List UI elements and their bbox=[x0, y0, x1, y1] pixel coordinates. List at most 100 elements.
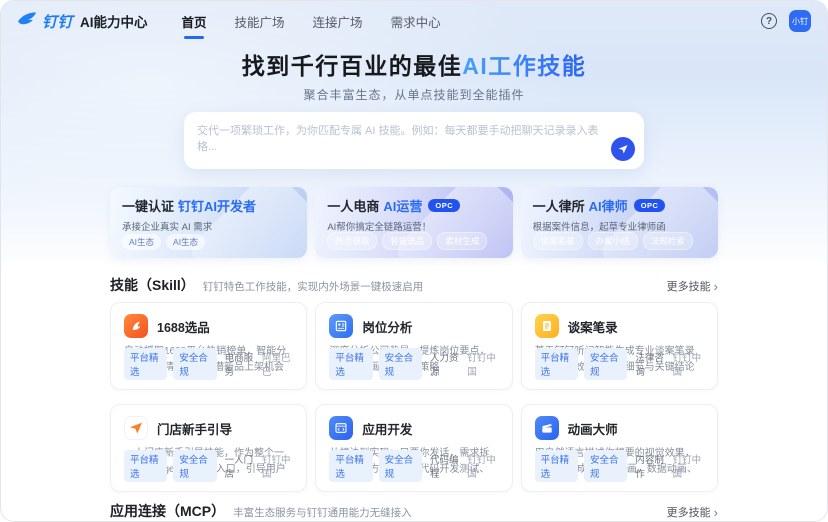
skill-card-job-analysis[interactable]: 岗位分析 深度分析公司背景，提炼岗位要点，生成人才画像与寻访策略 平台精选 安全… bbox=[315, 302, 512, 390]
tag-pill: 谈案笔录 bbox=[533, 232, 583, 250]
tag-pill: 平台精选 bbox=[329, 450, 372, 482]
tag-pill: 智能选品 bbox=[382, 232, 432, 250]
nav-item-connect-market[interactable]: 连接广场 bbox=[313, 8, 363, 35]
category-label: 代码编程 bbox=[430, 452, 461, 480]
category-label: 一人门店 bbox=[225, 452, 256, 480]
skill-card-grid: 1688选品 自动抓取1688平台热销榜单，智能分析趋势，精准发现高潜新品上架机… bbox=[110, 302, 718, 492]
top-gradient-zone: 钉钉 AI能力中心 首页 技能广场 连接广场 需求中心 ? 小钉 找到千行百业的… bbox=[1, 1, 827, 266]
tag-pill: 安全合规 bbox=[173, 450, 216, 482]
tag-pill: 安全合规 bbox=[584, 348, 627, 380]
skill-card-title: 1688选品 bbox=[157, 317, 210, 336]
tag-pill: 安全合规 bbox=[584, 450, 627, 482]
tag-pill: 平台精选 bbox=[124, 348, 167, 380]
hero-subtitle: 聚合丰富生态，从单点技能到全能插件 bbox=[1, 86, 827, 103]
tag-pill: 办案小结 bbox=[588, 232, 638, 250]
mcp-section-header: 应用连接（MCP） 丰富生态服务与钉钉通用能力无缝接入 更多技能› bbox=[110, 492, 718, 522]
tag-pill: 热点获取 bbox=[327, 232, 377, 250]
chevron-right-icon: › bbox=[714, 280, 718, 293]
skill-section-header: 技能（Skill） 钉钉特色工作技能，实现内外场景一键极速启用 更多技能› bbox=[110, 266, 718, 302]
top-nav-bar: 钉钉 AI能力中心 首页 技能广场 连接广场 需求中心 ? 小钉 bbox=[1, 1, 827, 41]
category-label: 电商服务 bbox=[225, 350, 256, 378]
section-title: 应用连接（MCP） bbox=[110, 501, 225, 521]
opc-badge: OPC bbox=[428, 199, 460, 212]
chevron-right-icon: › bbox=[714, 506, 718, 519]
product-title: AI能力中心 bbox=[80, 11, 148, 31]
section-subtitle: 丰富生态服务与钉钉通用能力无缝接入 bbox=[233, 505, 412, 520]
skill-card-case-notes[interactable]: 谈案笔录 基于钉钉听记智能生成专业谈案笔录报告，高效还原会议细节与关键结论 平台… bbox=[521, 302, 718, 390]
brand: 钉钉 AI能力中心 bbox=[17, 11, 148, 32]
more-mcp-link[interactable]: 更多技能› bbox=[667, 504, 718, 520]
tag-pill: 安全合规 bbox=[379, 348, 422, 380]
brand-logo-text: 钉钉 bbox=[42, 11, 73, 32]
provider-label: 钉钉中国 bbox=[673, 350, 704, 378]
promo-banner-row: 一键认证 钉钉AI开发者 承接企业真实 AI 需求 AI生态 AI生态 一人电商… bbox=[110, 187, 718, 258]
skill-section: 技能（Skill） 钉钉特色工作技能，实现内外场景一键极速启用 更多技能› 16… bbox=[110, 266, 718, 492]
store-guide-icon bbox=[124, 416, 148, 440]
provider-label: 钉钉中国 bbox=[467, 350, 498, 378]
tag-pill: 安全合规 bbox=[173, 348, 216, 380]
dingtalk-logo-icon bbox=[17, 11, 37, 32]
tag-pill: 平台精选 bbox=[124, 450, 167, 482]
mcp-section: 应用连接（MCP） 丰富生态服务与钉钉通用能力无缝接入 更多技能› bbox=[110, 492, 718, 522]
provider-label: 阿里巴巴 bbox=[262, 350, 293, 378]
promo-subtitle: 承接企业真实 AI 需求 bbox=[122, 219, 295, 233]
opc-badge: OPC bbox=[634, 199, 666, 212]
nav-item-home[interactable]: 首页 bbox=[182, 8, 207, 35]
section-title: 技能（Skill） bbox=[110, 275, 195, 295]
skill-card-title: 谈案笔录 bbox=[568, 317, 618, 336]
promo-card-ai-lawyer[interactable]: 一人律所 AI律师 OPC 根据案件信息，起草专业律师函 谈案笔录 办案小结 法… bbox=[521, 187, 718, 258]
avatar[interactable]: 小钉 bbox=[789, 10, 811, 32]
send-button[interactable] bbox=[611, 137, 635, 161]
skill-card-animation-master[interactable]: 动画大师 用自然语言描述你想要的视觉效果，AI 自动生成专业级动画、数据动画、信… bbox=[521, 404, 718, 492]
skill-card-1688[interactable]: 1688选品 自动抓取1688平台热销榜单，智能分析趋势，精准发现高潜新品上架机… bbox=[110, 302, 307, 390]
tag-pill: 素材生成 bbox=[437, 232, 487, 250]
promo-tags: 谈案笔录 办案小结 法规检索 bbox=[533, 232, 693, 250]
hero-section: 找到千行百业的最佳AI工作技能 聚合丰富生态，从单点技能到全能插件 bbox=[1, 47, 827, 169]
header-right: ? 小钉 bbox=[761, 10, 811, 32]
promo-tags: AI生态 AI生态 bbox=[122, 234, 205, 250]
promo-subtitle: 根据案件信息，起草专业律师函 bbox=[533, 219, 706, 233]
promo-title: 一键认证 钉钉AI开发者 bbox=[122, 196, 295, 215]
promo-title: 一人电商 AI运营 OPC bbox=[327, 196, 500, 215]
promo-title: 一人律所 AI律师 OPC bbox=[533, 196, 706, 215]
tag-pill: 平台精选 bbox=[329, 348, 372, 380]
skill-search-box bbox=[184, 112, 644, 169]
paper-plane-icon bbox=[617, 143, 629, 155]
1688-icon bbox=[124, 314, 148, 338]
section-subtitle: 钉钉特色工作技能，实现内外场景一键极速启用 bbox=[203, 279, 424, 294]
nav-item-skill-market[interactable]: 技能广场 bbox=[235, 8, 285, 35]
promo-subtitle: AI帮你搞定全链路运营！ bbox=[327, 219, 500, 233]
skill-card-title: 岗位分析 bbox=[362, 317, 412, 336]
category-label: 法律咨询 bbox=[635, 350, 666, 378]
category-label: 内容制作 bbox=[635, 452, 666, 480]
app-dev-icon bbox=[329, 416, 353, 440]
search-input[interactable] bbox=[184, 112, 644, 169]
more-skills-link[interactable]: 更多技能› bbox=[667, 278, 718, 294]
case-notes-icon bbox=[535, 314, 559, 338]
tag-pill: 安全合规 bbox=[379, 450, 422, 482]
main-nav: 首页 技能广场 连接广场 需求中心 bbox=[182, 8, 441, 35]
nav-item-demand-center[interactable]: 需求中心 bbox=[391, 8, 441, 35]
skill-card-store-guide[interactable]: 门店新手引导 一人门店新手引导技能，作为整个一人门店 Agent 的统一入口，引… bbox=[110, 404, 307, 492]
promo-card-ecommerce-operator[interactable]: 一人电商 AI运营 OPC AI帮你搞定全链路运营！ 热点获取 智能选品 素材生… bbox=[315, 187, 512, 258]
skill-card-title: 门店新手引导 bbox=[157, 419, 232, 438]
skill-card-title: 应用开发 bbox=[362, 419, 412, 438]
tag-pill: 平台精选 bbox=[535, 450, 578, 482]
tag-pill: AI生态 bbox=[166, 234, 205, 250]
promo-tags: 热点获取 智能选品 素材生成 bbox=[327, 232, 487, 250]
provider-label: 钉钉中国 bbox=[467, 452, 498, 480]
help-icon[interactable]: ? bbox=[761, 13, 777, 29]
ai-capability-center-window: 钉钉 AI能力中心 首页 技能广场 连接广场 需求中心 ? 小钉 找到千行百业的… bbox=[0, 0, 828, 522]
tag-pill: AI生态 bbox=[122, 234, 161, 250]
provider-label: 钉钉中国 bbox=[262, 452, 293, 480]
promo-card-ai-developer[interactable]: 一键认证 钉钉AI开发者 承接企业真实 AI 需求 AI生态 AI生态 bbox=[110, 187, 307, 258]
job-analysis-icon bbox=[329, 314, 353, 338]
tag-pill: 平台精选 bbox=[535, 348, 578, 380]
provider-label: 钉钉中国 bbox=[673, 452, 704, 480]
animation-master-icon bbox=[535, 416, 559, 440]
skill-card-title: 动画大师 bbox=[568, 419, 618, 438]
category-label: 人力资源 bbox=[430, 350, 461, 378]
skill-card-app-dev[interactable]: 应用开发 从想法到实现：只要你发话，需求拆解、技术方案选择、代码开发测试、系统部… bbox=[315, 404, 512, 492]
tag-pill: 法规检索 bbox=[643, 232, 693, 250]
hero-title: 找到千行百业的最佳AI工作技能 bbox=[1, 47, 827, 81]
